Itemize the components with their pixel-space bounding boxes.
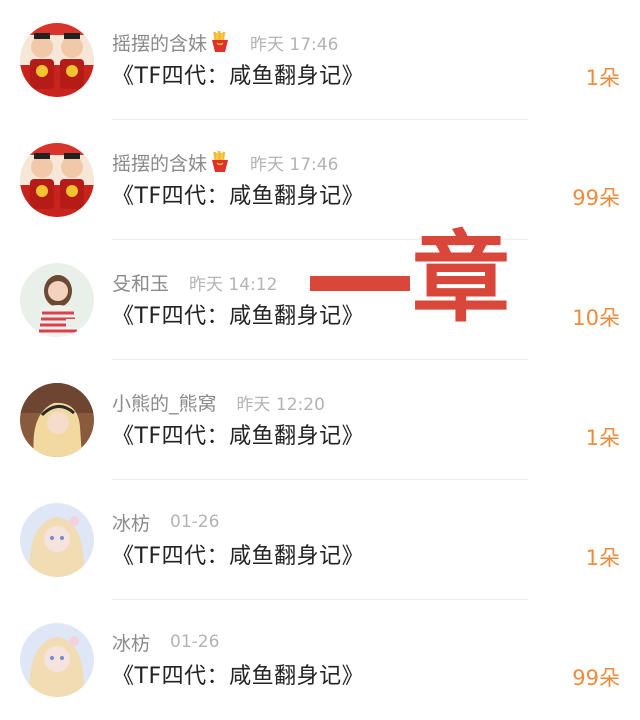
flower-count: 10朵 [572, 306, 620, 330]
username[interactable]: 冰枋 [112, 629, 150, 656]
avatar-anime-girl-image [20, 383, 94, 457]
avatar[interactable] [20, 143, 94, 217]
timestamp: 01-26 [170, 632, 220, 652]
timestamp: 01-26 [170, 512, 220, 532]
work-title[interactable]: 《TF四代：咸鱼翻身记》 [112, 658, 364, 690]
work-title[interactable]: 《TF四代：咸鱼翻身记》 [112, 538, 364, 570]
list-item[interactable]: 冰枋 01-26 《TF四代：咸鱼翻身记》 1朵 [0, 480, 640, 600]
work-title[interactable]: 《TF四代：咸鱼翻身记》 [112, 178, 364, 210]
username[interactable]: 小熊的_熊窝 [112, 389, 217, 416]
username[interactable]: 冰枋 [112, 509, 150, 536]
timestamp: 昨天 17:46 [250, 34, 339, 55]
work-title[interactable]: 《TF四代：咸鱼翻身记》 [112, 418, 364, 450]
item-meta: 冰枋 01-26 [112, 628, 219, 656]
french-fries-icon [210, 151, 230, 173]
flower-count: 99朵 [572, 666, 620, 690]
avatar[interactable] [20, 623, 94, 697]
avatar[interactable] [20, 383, 94, 457]
watermark-dash [310, 276, 410, 291]
flower-count: 1朵 [585, 66, 620, 90]
username[interactable]: 摇摆的含妹 [112, 29, 207, 56]
avatar[interactable] [20, 263, 94, 337]
list-item[interactable]: 摇摆的含妹 昨天 17:46 《TF四代：咸鱼翻身记》 99朵 [0, 120, 640, 240]
avatar-blonde-doll-image [20, 503, 94, 577]
avatar[interactable] [20, 503, 94, 577]
timestamp: 昨天 17:46 [250, 154, 339, 175]
flower-count: 99朵 [572, 186, 620, 210]
timestamp: 昨天 14:12 [189, 274, 278, 295]
item-meta: 殳和玉 昨天 14:12 [112, 268, 277, 296]
work-title[interactable]: 《TF四代：咸鱼翻身记》 [112, 58, 364, 90]
chapter-watermark: 章 [310, 230, 520, 338]
avatar-girl-striped-image [20, 263, 94, 337]
gift-record-list: 摇摆的含妹 昨天 17:46 《TF四代：咸鱼翻身记》 1朵 摇摆的含妹 昨天 … [0, 0, 640, 710]
watermark-text: 章 [412, 222, 511, 336]
avatar-red-costume-image [20, 23, 94, 97]
item-meta: 摇摆的含妹 昨天 17:46 [112, 28, 338, 56]
french-fries-icon [210, 31, 230, 53]
username[interactable]: 殳和玉 [112, 269, 169, 296]
item-meta: 摇摆的含妹 昨天 17:46 [112, 148, 338, 176]
item-meta: 冰枋 01-26 [112, 508, 219, 536]
avatar[interactable] [20, 23, 94, 97]
item-meta: 小熊的_熊窝 昨天 12:20 [112, 388, 325, 416]
username[interactable]: 摇摆的含妹 [112, 149, 207, 176]
list-item[interactable]: 冰枋 01-26 《TF四代：咸鱼翻身记》 99朵 [0, 600, 640, 720]
avatar-blonde-doll-image [20, 623, 94, 697]
flower-count: 1朵 [585, 426, 620, 450]
avatar-red-costume-image [20, 143, 94, 217]
list-item[interactable]: 小熊的_熊窝 昨天 12:20 《TF四代：咸鱼翻身记》 1朵 [0, 360, 640, 480]
flower-count: 1朵 [585, 546, 620, 570]
timestamp: 昨天 12:20 [236, 394, 325, 415]
list-item[interactable]: 摇摆的含妹 昨天 17:46 《TF四代：咸鱼翻身记》 1朵 [0, 0, 640, 120]
